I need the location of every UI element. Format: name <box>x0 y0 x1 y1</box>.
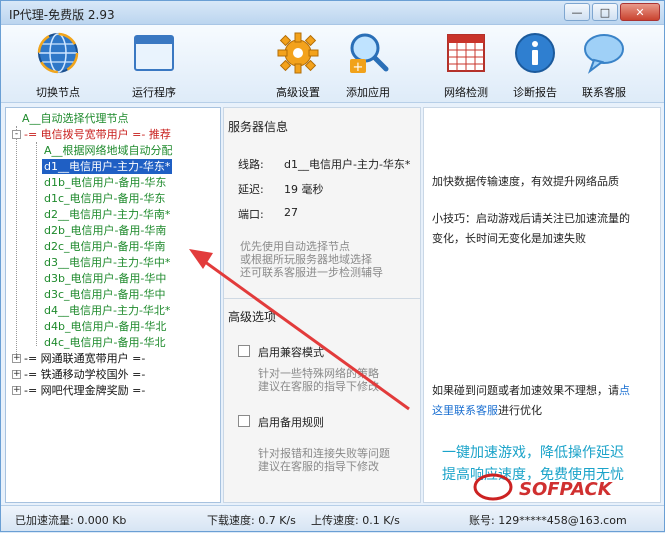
account-info: 账号: 129*****458@163.com <box>469 514 627 527</box>
annotation-arrow <box>189 249 410 411</box>
upload-speed: 上传速度: 0.1 K/s <box>311 514 400 527</box>
accelerated-traffic: 已加速流量: 0.000 Kb <box>15 514 127 527</box>
watermark-text: SOFPACK <box>519 479 614 500</box>
watermark-logo: SOFPACK <box>473 473 614 501</box>
download-speed: 下载速度: 0.7 K/s <box>207 514 296 527</box>
app-window: IP代理-免费版 2.93 — □ ✕ 切换节点 运行程序 高级设置 + 添加应… <box>0 0 665 532</box>
status-bar: 已加速流量: 0.000 Kb 下载速度: 0.7 K/s 上传速度: 0.1 … <box>1 505 664 531</box>
